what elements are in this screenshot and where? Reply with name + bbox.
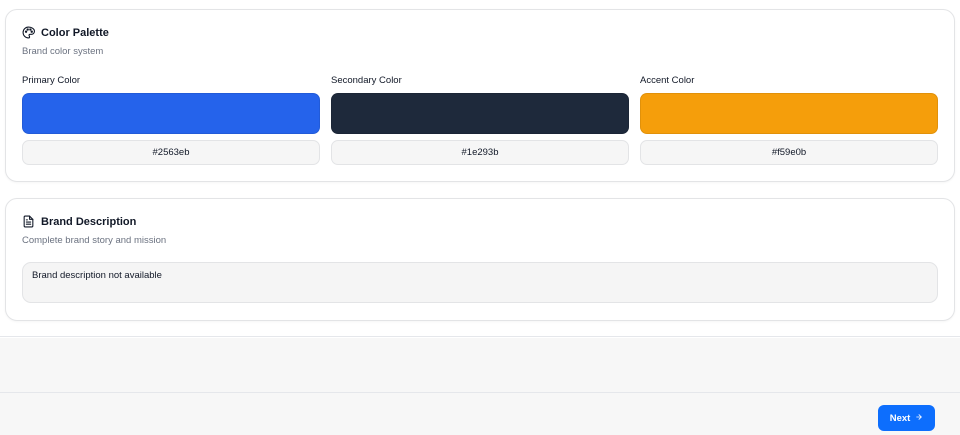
accent-color-swatch[interactable]	[640, 93, 938, 134]
card-title: Color Palette	[41, 26, 109, 39]
card-subtitle: Complete brand story and mission	[22, 235, 167, 246]
palette-icon	[22, 26, 35, 39]
spacer-band	[0, 338, 960, 392]
brand-description-card: Brand Description Complete brand story a…	[5, 198, 955, 321]
secondary-color-hex-field[interactable]: #1e293b	[331, 140, 629, 165]
card-header: Color Palette	[22, 26, 109, 39]
content-area: Color Palette Brand color system Primary…	[0, 0, 960, 337]
footer-bar: Next	[0, 392, 960, 435]
primary-color-hex-field[interactable]: #2563eb	[22, 140, 320, 165]
accent-color-group: Accent Color #f59e0b	[640, 75, 938, 165]
secondary-color-label: Secondary Color	[331, 75, 402, 86]
primary-color-label: Primary Color	[22, 75, 81, 86]
secondary-color-group: Secondary Color #1e293b	[331, 75, 629, 165]
card-title: Brand Description	[41, 215, 137, 228]
card-header: Brand Description	[22, 215, 136, 228]
primary-color-group: Primary Color #2563eb	[22, 75, 320, 165]
brand-description-text[interactable]: Brand description not available	[22, 262, 938, 303]
accent-color-label: Accent Color	[640, 75, 695, 86]
color-palette-card: Color Palette Brand color system Primary…	[5, 9, 955, 182]
next-button-label: Next	[889, 412, 911, 424]
secondary-color-swatch[interactable]	[331, 93, 629, 134]
document-icon	[22, 215, 35, 228]
accent-color-hex-field[interactable]: #f59e0b	[640, 140, 938, 165]
card-subtitle: Brand color system	[22, 46, 104, 57]
next-button[interactable]: Next	[878, 405, 935, 431]
arrow-right-icon	[915, 413, 923, 423]
primary-color-swatch[interactable]	[22, 93, 320, 134]
